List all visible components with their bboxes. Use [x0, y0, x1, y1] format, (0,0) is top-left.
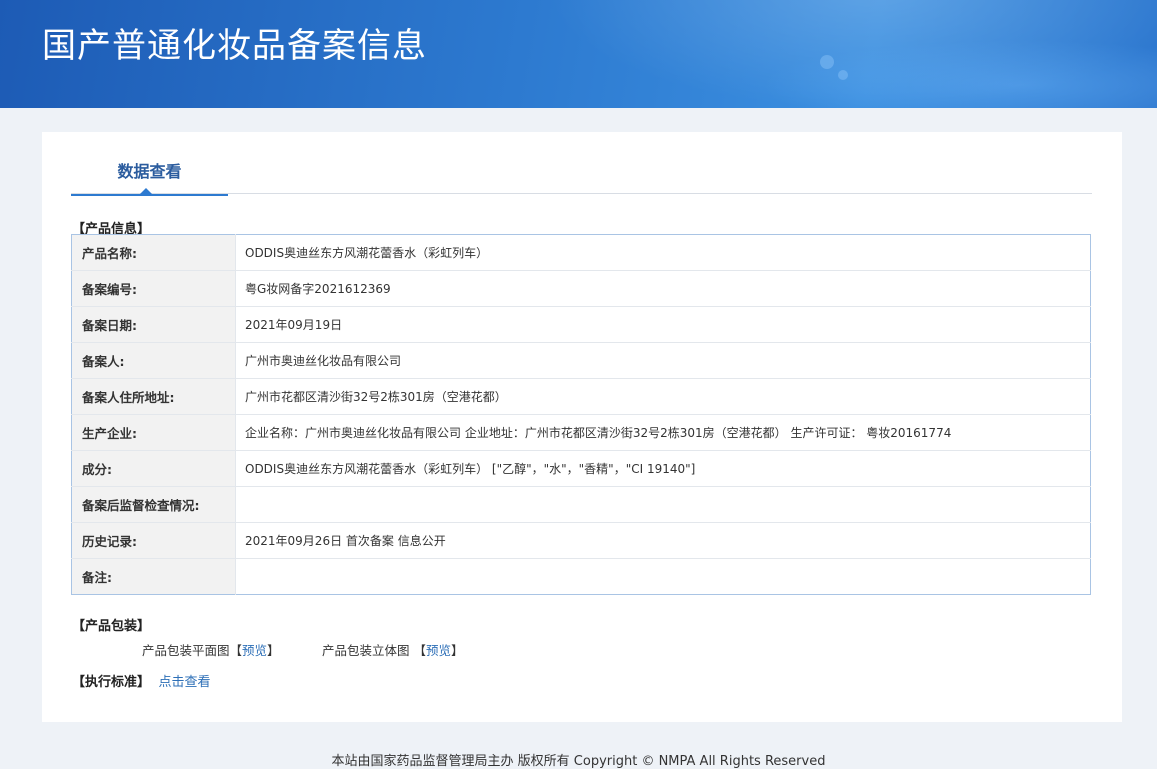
package-flat-row: 产品包装平面图【预览】 — [142, 640, 280, 659]
field-value: 广州市奥迪丝化妆品有限公司 — [235, 342, 1091, 379]
field-label: 成分: — [71, 450, 236, 487]
table-row: 备注: — [71, 558, 1091, 595]
product-info-table: 产品名称: ODDIS奥迪丝东方风潮花蕾香水（彩虹列车） 备案编号: 粤G妆网备字20… — [71, 234, 1091, 595]
banner-decoration — [838, 70, 848, 80]
bracket-open: 【 — [413, 643, 427, 658]
page-title: 国产普通化妆品备案信息 — [42, 26, 427, 66]
field-value: 2021年09月26日 首次备案 信息公开 — [235, 522, 1091, 559]
table-row: 备案人: 广州市奥迪丝化妆品有限公司 — [71, 342, 1091, 379]
bracket-close: 】 — [451, 643, 464, 658]
field-value — [235, 486, 1091, 523]
tab-indicator-caret — [140, 188, 152, 194]
table-row: 备案后监督检查情况: — [71, 486, 1091, 523]
field-label: 备案日期: — [71, 306, 236, 343]
standard-heading: 【执行标准】 点击查看 — [72, 671, 211, 690]
field-label: 产品名称: — [71, 234, 236, 271]
table-row: 备案编号: 粤G妆网备字2021612369 — [71, 270, 1091, 307]
tab-label: 数据查看 — [117, 162, 182, 181]
table-row: 备案日期: 2021年09月19日 — [71, 306, 1091, 343]
product-package-heading: 【产品包装】 — [72, 619, 151, 634]
footer-copyright: 本站由国家药品监督管理局主办 版权所有 Copyright © NMPA All… — [331, 754, 826, 769]
field-label: 备案人: — [71, 342, 236, 379]
content-panel: 数据查看 【产品信息】 产品名称: ODDIS奥迪丝东方风潮花蕾香水（彩虹列车）备… — [42, 132, 1122, 722]
banner-decoration — [820, 55, 834, 69]
field-value: 企业名称：广州市奥迪丝化妆品有限公司 企业地址：广州市花都区清沙街32号2栋30… — [235, 414, 1091, 451]
field-value — [235, 558, 1091, 595]
view-standard-link[interactable]: 点击查看 — [159, 675, 211, 690]
bracket-open: 【 — [229, 643, 243, 658]
field-value: ODDIS奥迪丝东方风潮花蕾香水（彩虹列车） ["乙醇"，"水"，"香精"，"C… — [235, 450, 1091, 487]
field-value: 广州市花都区清沙街32号2栋301房（空港花都） — [235, 378, 1091, 415]
package-stereo-label: 产品包装立体图 — [322, 643, 410, 658]
table-row: 产品名称: ODDIS奥迪丝东方风潮花蕾香水（彩虹列车） — [71, 234, 1091, 271]
field-label: 备案后监督检查情况: — [71, 486, 236, 523]
field-label: 生产企业: — [71, 414, 236, 451]
field-value: 2021年09月19日 — [235, 306, 1091, 343]
package-flat-label: 产品包装平面图 — [142, 643, 230, 658]
standard-title: 【执行标准】 — [72, 675, 151, 690]
field-label: 历史记录: — [71, 522, 236, 559]
table-row: 成分: ODDIS奥迪丝东方风潮花蕾香水（彩虹列车） ["乙醇"，"水"，"香精"… — [71, 450, 1091, 487]
field-value: ODDIS奥迪丝东方风潮花蕾香水（彩虹列车） — [235, 234, 1091, 271]
field-label: 备注: — [71, 558, 236, 595]
field-label: 备案人住所地址: — [71, 378, 236, 415]
field-value: 粤G妆网备字2021612369 — [235, 270, 1091, 307]
stereo-preview-link[interactable]: 预览 — [426, 643, 451, 658]
bracket-close: 】 — [267, 643, 280, 658]
table-row: 历史记录: 2021年09月26日 首次备案 信息公开 — [71, 522, 1091, 559]
header-banner: 国产普通化妆品备案信息 — [0, 0, 1157, 108]
table-row: 备案人住所地址: 广州市花都区清沙街32号2栋301房（空港花都） — [71, 378, 1091, 415]
package-stereo-row: 产品包装立体图 【预览】 — [322, 640, 464, 659]
field-label: 备案编号: — [71, 270, 236, 307]
flat-preview-link[interactable]: 预览 — [242, 643, 267, 658]
table-row: 生产企业: 企业名称：广州市奥迪丝化妆品有限公司 企业地址：广州市花都区清沙街32… — [71, 414, 1091, 451]
